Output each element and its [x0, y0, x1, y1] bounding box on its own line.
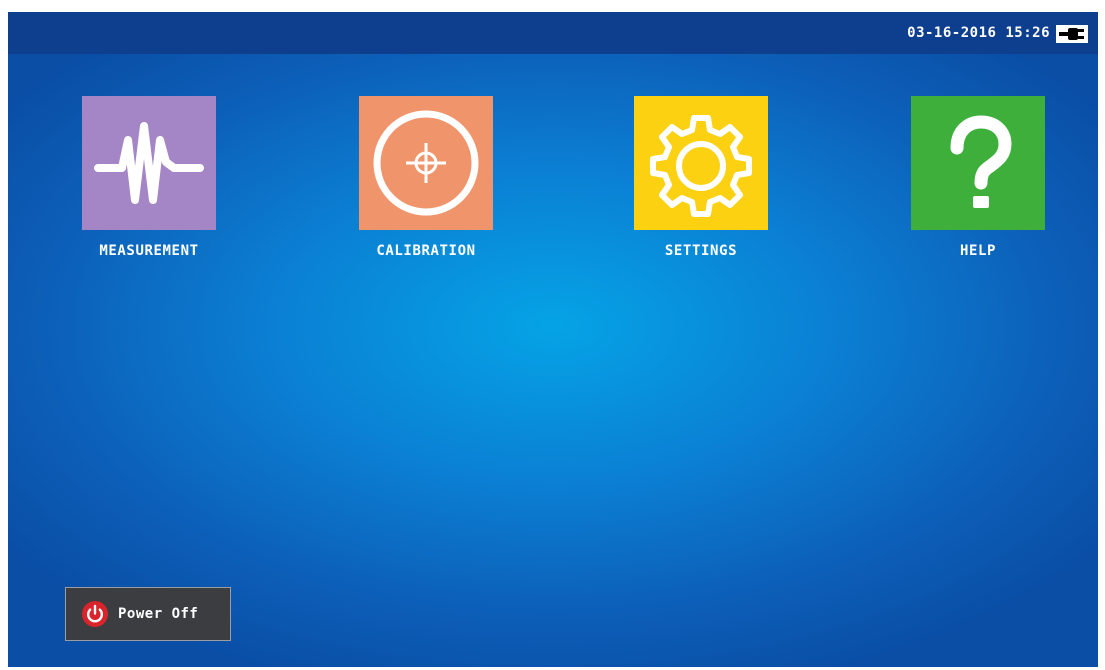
calibration-tile	[359, 96, 493, 230]
power-off-button[interactable]: Power Off	[65, 587, 231, 641]
help-app-button[interactable]	[911, 96, 1045, 230]
power-icon	[82, 601, 108, 627]
status-bar: 03-16-2016 15:26	[8, 12, 1098, 54]
power-off-label: Power Off	[118, 606, 199, 622]
measurement-label: MEASUREMENT	[99, 243, 199, 259]
calibration-label: CALIBRATION	[376, 243, 476, 259]
settings-app-button[interactable]	[634, 96, 768, 230]
device-screen: 03-16-2016 15:26 MEASUREMENT CALIBRATION…	[8, 12, 1098, 667]
ac-plug-icon	[1056, 25, 1088, 43]
calibration-app-button[interactable]	[359, 96, 493, 230]
help-tile	[911, 96, 1045, 230]
question-mark-icon	[950, 115, 1012, 208]
settings-label: SETTINGS	[664, 243, 738, 259]
datetime-display: 03-16-2016 15:26	[907, 25, 1050, 41]
crosshair-icon	[373, 110, 479, 216]
measurement-tile	[82, 96, 216, 230]
help-label: HELP	[959, 243, 997, 259]
waveform-icon	[94, 122, 204, 204]
gear-icon	[650, 115, 752, 217]
measurement-app-button[interactable]	[82, 96, 216, 230]
settings-tile	[634, 96, 768, 230]
